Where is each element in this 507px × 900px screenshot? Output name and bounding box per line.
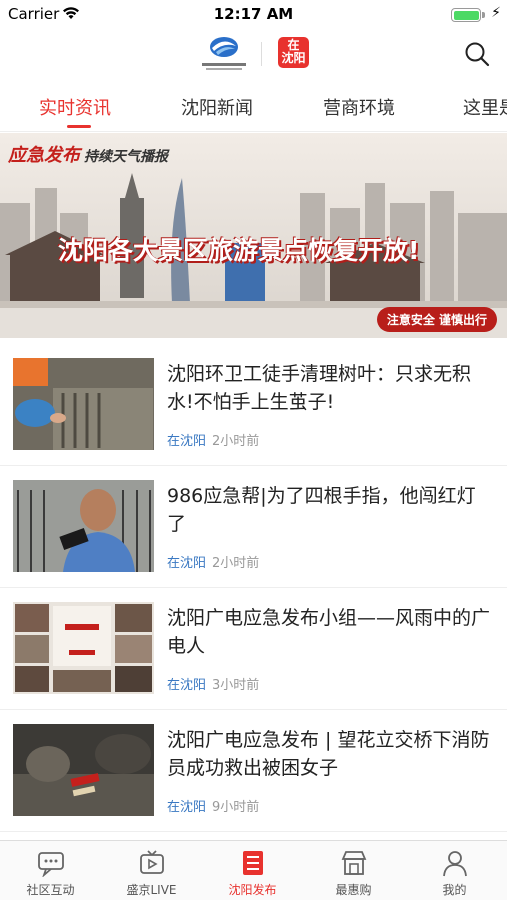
news-thumbnail <box>13 602 154 694</box>
news-meta: 在沈阳 3小时前 <box>167 674 259 693</box>
news-time: 2小时前 <box>212 434 260 449</box>
banner-brand-sub: 持续天气播报 <box>84 149 168 165</box>
hero-banner[interactable]: 应急发布 持续天气播报 沈阳各大景区旅游景点恢复开放! 注意安全 谨慎出行 <box>0 133 507 338</box>
logo-divider <box>261 42 262 66</box>
nav-deals[interactable]: 最惠购 <box>303 841 404 900</box>
news-item[interactable]: 沈阳广电应急发布 | 望花立交桥下消防员成功救出被困女子 在沈阳 9小时前 <box>0 710 507 832</box>
tab-realtime-news[interactable]: 实时资讯 <box>39 94 111 120</box>
tab-shenyang-news[interactable]: 沈阳新闻 <box>181 94 253 120</box>
banner-brand: 应急发布 <box>8 145 80 166</box>
nav-label: 沈阳发布 <box>228 883 277 897</box>
news-item[interactable]: 沈阳广电应急发布小组——风雨中的广电人 在沈阳 3小时前 <box>0 588 507 710</box>
bottom-nav: 社区互动 盛京LIVE 沈阳发布 最惠购 我的 <box>0 840 507 900</box>
search-icon[interactable] <box>463 40 491 68</box>
news-thumbnail <box>13 358 154 450</box>
news-source[interactable]: 在沈阳 <box>167 556 206 571</box>
news-list-icon <box>243 851 263 875</box>
news-thumbnail <box>13 480 154 572</box>
news-title: 986应急帮|为了四根手指，他闯红灯了 <box>167 485 476 535</box>
nav-live[interactable]: 盛京LIVE <box>101 841 202 900</box>
news-title: 沈阳广电应急发布小组——风雨中的广电人 <box>167 607 491 657</box>
nav-shenyang-release[interactable]: 沈阳发布 <box>202 841 303 900</box>
tab-here-is[interactable]: 这里是 <box>463 94 507 120</box>
news-meta: 在沈阳 2小时前 <box>167 430 259 449</box>
nav-label: 盛京LIVE <box>126 883 177 897</box>
news-time: 9小时前 <box>212 800 260 815</box>
station-logo-icon[interactable] <box>198 34 250 74</box>
news-source[interactable]: 在沈阳 <box>167 800 206 815</box>
battery-tip <box>482 12 485 18</box>
news-time: 2小时前 <box>212 556 260 571</box>
news-title: 沈阳广电应急发布 | 望花立交桥下消防员成功救出被困女子 <box>167 729 490 779</box>
clock: 12:17 AM <box>213 5 294 23</box>
news-thumbnail <box>13 724 154 816</box>
news-meta: 在沈阳 2小时前 <box>167 552 259 571</box>
status-bar: Carrier 12:17 AM ⚡ <box>0 0 507 30</box>
category-tabs: 实时资讯 沈阳新闻 营商环境 这里是 <box>0 80 507 132</box>
news-time: 3小时前 <box>212 678 260 693</box>
nav-community[interactable]: 社区互动 <box>0 841 101 900</box>
battery-icon <box>451 8 481 22</box>
news-title: 沈阳环卫工徒手清理树叶：只求无积水!不怕手上生茧子! <box>167 363 472 413</box>
zai-shenyang-logo[interactable]: 在 沈阳 <box>278 37 309 68</box>
tv-play-icon <box>140 850 164 874</box>
charging-icon: ⚡ <box>491 5 501 21</box>
person-icon <box>443 851 467 877</box>
news-source[interactable]: 在沈阳 <box>167 678 206 693</box>
app-header: 在 沈阳 <box>0 30 507 80</box>
active-tab-indicator <box>67 125 91 128</box>
shop-icon <box>341 851 367 875</box>
news-source[interactable]: 在沈阳 <box>167 434 206 449</box>
nav-label: 最惠购 <box>335 883 372 897</box>
banner-headline: 沈阳各大景区旅游景点恢复开放! <box>58 236 420 265</box>
tab-business-environment[interactable]: 营商环境 <box>323 94 395 120</box>
news-item[interactable]: 986应急帮|为了四根手指，他闯红灯了 在沈阳 2小时前 <box>0 466 507 588</box>
news-item[interactable]: 沈阳环卫工徒手清理树叶：只求无积水!不怕手上生茧子! 在沈阳 2小时前 <box>0 344 507 466</box>
banner-tagline: 注意安全 谨慎出行 <box>376 307 497 332</box>
nav-label: 社区互动 <box>26 883 75 897</box>
nav-label: 我的 <box>442 883 467 897</box>
chat-bubble-icon <box>38 852 64 877</box>
news-meta: 在沈阳 9小时前 <box>167 796 259 815</box>
logo-text-line2: 沈阳 <box>281 51 306 65</box>
nav-profile[interactable]: 我的 <box>404 841 505 900</box>
